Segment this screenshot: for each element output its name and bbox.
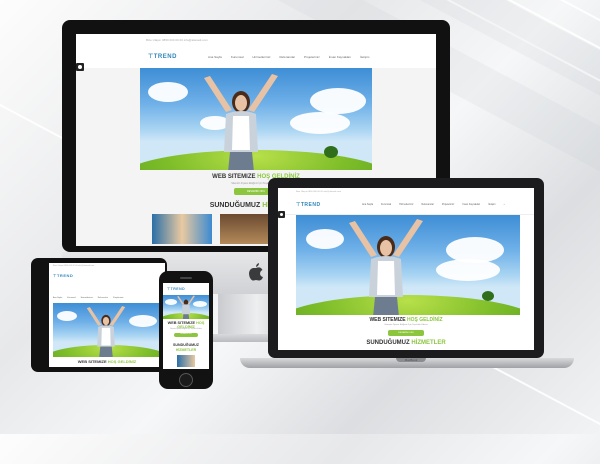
settings-gear-icon[interactable]: [76, 63, 84, 71]
main-menu: Ana Sayfa Kurumsal Hizmetlerimiz Referan…: [208, 55, 369, 59]
cloud: [148, 82, 188, 102]
hero-woman-image: [204, 74, 278, 170]
brand-logo[interactable]: ⊤TREND: [167, 287, 185, 291]
topbar-contact-text: Bize Ulaşın 0850 000 00 00 info@alanadi.…: [53, 265, 95, 267]
nav-item-references[interactable]: Referanslar: [422, 203, 434, 206]
service-image[interactable]: [177, 355, 195, 367]
welcome-subtext: Sitemizi Ziyaret Ettiğiniz İçin Teşekkür…: [384, 324, 428, 326]
tree: [324, 146, 338, 158]
topbar-contact-text: Bize Ulaşın 0850 000 00 00 info@alanadi.…: [296, 191, 342, 193]
tree: [482, 291, 494, 301]
nav-item-home[interactable]: Ana Sayfa: [208, 55, 222, 59]
navbar: ⊤TREND: [163, 283, 209, 295]
nav-item-projects[interactable]: Projelerimiz: [304, 55, 320, 59]
hero-banner: [53, 303, 161, 357]
welcome-headline-line1: WEB SITEMIZE HOŞ GELDİNİZ: [167, 321, 205, 329]
nav-item-references[interactable]: Referanslar: [280, 55, 296, 59]
nav-item-about[interactable]: Kurumsal: [67, 297, 75, 299]
nav-item-hr[interactable]: İnsan Kaynakları: [462, 203, 480, 206]
nav-item-contact[interactable]: İletişim: [360, 55, 369, 59]
hero-banner: [140, 68, 372, 170]
main-menu: Ana Sayfa Kurumsal Hizmetlerimiz Referan…: [53, 297, 123, 299]
topbar-contact-text: Bize Ulaşın 0850 000 00 00 info@alanadi.…: [146, 38, 208, 42]
read-more-button[interactable]: DEVAMINI OKU: [174, 333, 198, 337]
hero-banner: [296, 215, 520, 315]
cloud: [436, 259, 500, 281]
tablet-screen: Bize Ulaşın 0850 000 00 00 info@alanadi.…: [49, 263, 165, 367]
services-title: SUNDUĞUMUZ HİZMETLER: [173, 343, 199, 352]
services-title: SUNDUĞUMUZ HİZMETLER: [366, 340, 446, 346]
nav-item-services[interactable]: Hizmetlerimiz: [253, 55, 271, 59]
main-menu: Ana Sayfa Kurumsal Hizmetlerimiz Referan…: [362, 203, 505, 206]
welcome-subtext: Sitemizi Ziyaret Ettiğiniz İçin Teşekkür…: [170, 329, 202, 330]
settings-gear-icon[interactable]: [278, 211, 285, 218]
nav-item-hr[interactable]: İnsan Kaynakları: [329, 55, 351, 59]
hero-banner: [163, 295, 209, 319]
service-image[interactable]: [152, 214, 212, 244]
nav-item-services[interactable]: Hizmetlerimiz: [399, 203, 413, 206]
cloud: [310, 88, 366, 114]
search-icon[interactable]: ⌕: [504, 203, 505, 206]
hero-woman-image: [177, 295, 195, 319]
brand-logo[interactable]: ⊤TREND: [53, 273, 73, 278]
navbar: ⊤TREND: [49, 269, 165, 283]
phone-home-button[interactable]: [179, 373, 193, 387]
navbar: ⊤TREND Ana Sayfa Kurumsal Hizmetlerimiz …: [278, 196, 534, 215]
nav-item-references[interactable]: Referanslar: [98, 297, 108, 299]
cloud: [129, 315, 157, 327]
apple-logo-icon: [249, 263, 263, 281]
nav-item-contact[interactable]: İletişim: [488, 203, 495, 206]
phone-screen: ⊤TREND WEB SITEMIZE HOŞ GELDİNİZ Sitemiz…: [163, 283, 209, 369]
nav-item-services[interactable]: Hizmetlerimiz: [81, 297, 93, 299]
nav-item-home[interactable]: Ana Sayfa: [53, 297, 62, 299]
nav-item-projects[interactable]: Projelerimiz: [113, 297, 123, 299]
phone-speaker: [180, 277, 192, 279]
cloud: [290, 112, 350, 134]
nav-item-about[interactable]: Kurumsal: [231, 55, 244, 59]
brand-logo[interactable]: ⊤TREND: [148, 53, 177, 60]
navbar: ⊤TREND Ana Sayfa Kurumsal Hizmetlerimiz …: [76, 46, 436, 68]
nav-item-projects[interactable]: Projelerimiz: [442, 203, 455, 206]
brand-logo[interactable]: ⊤TREND: [296, 202, 321, 208]
service-image[interactable]: [220, 214, 268, 244]
nav-item-about[interactable]: Kurumsal: [381, 203, 391, 206]
read-more-button[interactable]: DEVAMINI OKU: [388, 330, 424, 336]
hero-woman-image: [86, 306, 126, 357]
cloud: [57, 311, 77, 321]
welcome-headline: WEB SITEMIZE HOŞ GELDİNİZ: [77, 359, 137, 364]
macbook-screen: Bize Ulaşın 0850 000 00 00 info@alanadi.…: [278, 188, 534, 350]
macbook-label: MacBook: [404, 358, 418, 362]
welcome-headline: WEB SITEMIZE HOŞ GELDİNİZ: [369, 317, 443, 323]
hero-woman-image: [349, 219, 423, 315]
nav-item-home[interactable]: Ana Sayfa: [362, 203, 373, 206]
